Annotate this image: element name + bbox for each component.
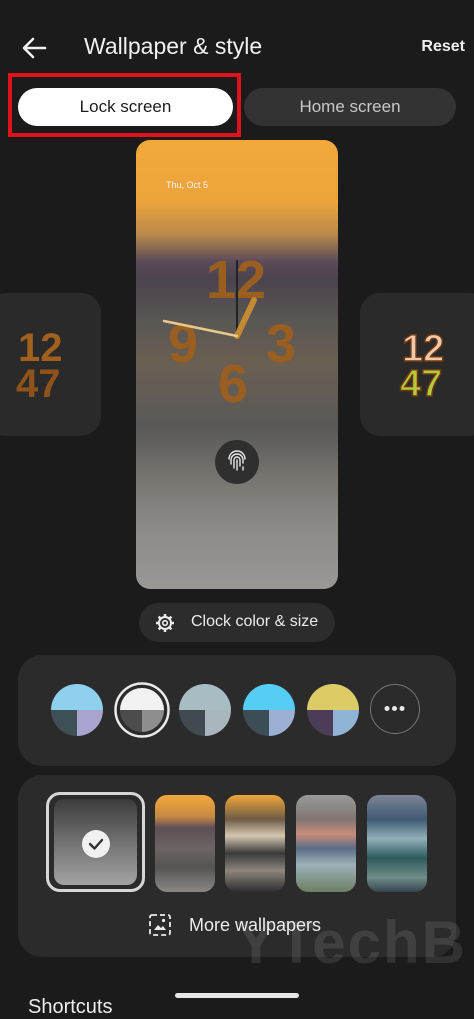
clock-style-left-digits: 12 47 [16, 326, 63, 406]
gesture-nav-bar[interactable] [175, 993, 299, 998]
reset-button[interactable]: Reset [421, 38, 465, 56]
color-swatch-4[interactable] [242, 683, 296, 737]
analog-clock: 12 9 3 6 [162, 250, 296, 414]
lock-screen-preview[interactable]: Thu, Oct 5 12 9 3 6 [136, 140, 338, 589]
page-title: Wallpaper & style [84, 33, 263, 59]
color-swatch-2-selected[interactable] [114, 682, 170, 738]
more-horiz-icon [384, 706, 405, 711]
color-swatch-3[interactable] [178, 683, 232, 737]
gear-icon [156, 614, 174, 632]
clock-6: 6 [218, 354, 248, 414]
check-icon [82, 830, 110, 858]
clock-style-preview-right[interactable]: 12 47 [360, 293, 474, 436]
watermark: YTechB [236, 909, 467, 976]
clock-3: 3 [266, 314, 296, 374]
color-swatch-5[interactable] [306, 683, 360, 737]
fingerprint-icon [228, 450, 246, 471]
wallpaper-thumb-4[interactable] [367, 795, 427, 892]
clock-color-size-button[interactable]: Clock color & size [139, 603, 335, 642]
tab-home-screen[interactable]: Home screen [244, 88, 456, 126]
color-options-card [18, 655, 456, 766]
clock-style-preview-left[interactable]: 12 47 [0, 293, 101, 436]
clock-color-size-label: Clock color & size [191, 613, 319, 630]
clock-style-right-digits: 12 47 [399, 327, 445, 406]
color-swatch-1[interactable] [50, 683, 104, 737]
wallpaper-thumb-3[interactable] [296, 795, 356, 892]
highlight-box [8, 73, 241, 137]
fingerprint-button[interactable] [215, 440, 259, 484]
svg-text:47: 47 [16, 362, 61, 406]
more-colors-button[interactable] [370, 684, 420, 734]
shortcuts-section-title: Shortcuts [28, 996, 113, 1018]
image-icon [149, 914, 171, 936]
wallpaper-thumb-1[interactable] [155, 795, 215, 892]
back-arrow-icon[interactable] [18, 32, 50, 64]
wallpaper-thumb-2[interactable] [225, 795, 285, 892]
svg-text:47: 47 [400, 363, 442, 405]
